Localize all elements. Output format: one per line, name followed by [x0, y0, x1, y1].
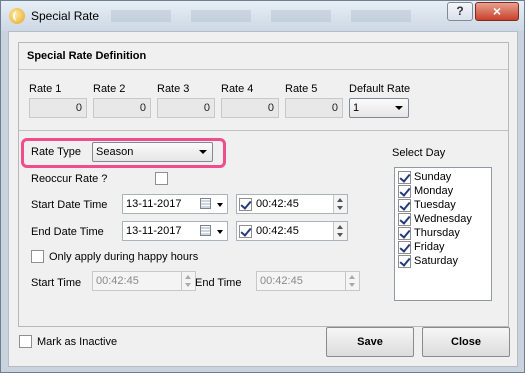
rate-4-label: Rate 4 [221, 83, 254, 95]
window-title: Special Rate [31, 9, 100, 23]
spin-down-icon [185, 283, 191, 287]
day-label: Friday [414, 241, 445, 253]
special-rate-window: Special Rate ? × Special Rate Definition… [0, 0, 525, 373]
calendar-icon[interactable] [200, 198, 211, 209]
mark-inactive-label: Mark as Inactive [37, 336, 118, 348]
chevron-down-icon[interactable] [217, 203, 223, 207]
happy-hours-checkbox[interactable] [31, 250, 44, 263]
chevron-down-icon[interactable] [217, 230, 223, 234]
panel-header: Special Rate Definition [19, 43, 508, 70]
end-date-value: 13-11-2017 [126, 225, 182, 237]
day-label: Monday [414, 185, 454, 197]
rate-4-field[interactable]: 0 [221, 98, 279, 118]
rate-3-label: Rate 3 [157, 83, 190, 95]
thursday-checkbox[interactable] [398, 227, 411, 240]
save-button[interactable]: Save [326, 327, 414, 357]
tuesday-checkbox[interactable] [398, 199, 411, 212]
end-time-label: End Time [195, 277, 242, 289]
rate-type-label: Rate Type [31, 146, 81, 158]
spin-up-icon [349, 275, 355, 279]
saturday-checkbox[interactable] [398, 255, 411, 268]
chevron-down-icon [199, 150, 207, 154]
day-label: Sunday [414, 171, 452, 183]
friday-checkbox[interactable] [398, 241, 411, 254]
happy-end-time-spinner [345, 272, 359, 290]
start-time-picker[interactable]: 00:42:45 [236, 194, 348, 214]
select-day-label: Select Day [392, 147, 446, 159]
end-date-picker[interactable]: 13-11-2017 [122, 221, 228, 241]
happy-end-time-value: 00:42:45 [260, 275, 303, 287]
day-label: Saturday [414, 255, 459, 267]
spin-up-icon[interactable] [337, 198, 343, 202]
start-time-enabled-checkbox[interactable] [239, 198, 252, 211]
start-date-time-label: Start Date Time [31, 199, 108, 211]
end-time-spinner[interactable] [333, 222, 347, 240]
close-button[interactable]: Close [422, 327, 510, 357]
rate-type-value: Season [96, 146, 134, 158]
panel-title: Special Rate Definition [27, 50, 147, 62]
spin-up-icon[interactable] [337, 225, 343, 229]
start-time-value: 00:42:45 [256, 198, 299, 210]
monday-checkbox[interactable] [398, 185, 411, 198]
reoccur-rate-checkbox[interactable] [155, 172, 168, 185]
special-rate-definition-panel: Special Rate Definition Rate 1 0 Rate 2 … [18, 42, 509, 327]
spin-down-icon[interactable] [337, 206, 343, 210]
rate-2-field[interactable]: 0 [93, 98, 151, 118]
default-rate-select[interactable]: 1 [349, 98, 409, 118]
start-time-label: Start Time [31, 277, 82, 289]
rate-3-field[interactable]: 0 [157, 98, 215, 118]
rate-2-label: Rate 2 [93, 83, 126, 95]
end-time-picker[interactable]: 00:42:45 [236, 221, 348, 241]
end-time-enabled-checkbox[interactable] [239, 225, 252, 238]
select-day-list: Sunday Monday Tuesday Wednesday Thursday [394, 167, 492, 301]
rate-5-label: Rate 5 [285, 83, 318, 95]
section-divider [19, 130, 508, 131]
dialog-content: Special Rate Definition Rate 1 0 Rate 2 … [8, 31, 518, 367]
wednesday-checkbox[interactable] [398, 213, 411, 226]
app-icon [9, 8, 25, 24]
day-label: Tuesday [414, 199, 456, 211]
happy-start-time-spinner [181, 272, 195, 290]
spin-up-icon [185, 275, 191, 279]
rate-1-label: Rate 1 [29, 83, 62, 95]
chevron-down-icon [395, 106, 403, 110]
rate-type-select[interactable]: Season [92, 142, 213, 162]
mark-inactive-checkbox[interactable] [19, 335, 32, 348]
start-date-picker[interactable]: 13-11-2017 [122, 194, 228, 214]
happy-end-time-field: 00:42:45 [256, 271, 360, 291]
end-time-value: 00:42:45 [256, 225, 299, 237]
start-time-spinner[interactable] [333, 195, 347, 213]
window-close-button[interactable]: × [475, 2, 519, 21]
help-button[interactable]: ? [447, 2, 473, 21]
spin-down-icon[interactable] [337, 233, 343, 237]
reoccur-rate-label: Reoccur Rate ? [31, 173, 108, 185]
rate-1-field[interactable]: 0 [29, 98, 87, 118]
end-date-time-label: End Date Time [31, 226, 104, 238]
day-label: Thursday [414, 227, 460, 239]
background-window-shadow [111, 10, 431, 22]
sunday-checkbox[interactable] [398, 171, 411, 184]
spin-down-icon [349, 283, 355, 287]
happy-start-time-field: 00:42:45 [92, 271, 196, 291]
happy-start-time-value: 00:42:45 [96, 275, 139, 287]
start-date-value: 13-11-2017 [126, 198, 182, 210]
happy-hours-label: Only apply during happy hours [49, 251, 199, 263]
default-rate-value: 1 [353, 102, 360, 114]
title-bar[interactable]: Special Rate ? × [1, 1, 524, 31]
calendar-icon[interactable] [200, 225, 211, 236]
default-rate-label: Default Rate [349, 83, 411, 95]
day-label: Wednesday [414, 213, 472, 225]
rate-5-field[interactable]: 0 [285, 98, 343, 118]
